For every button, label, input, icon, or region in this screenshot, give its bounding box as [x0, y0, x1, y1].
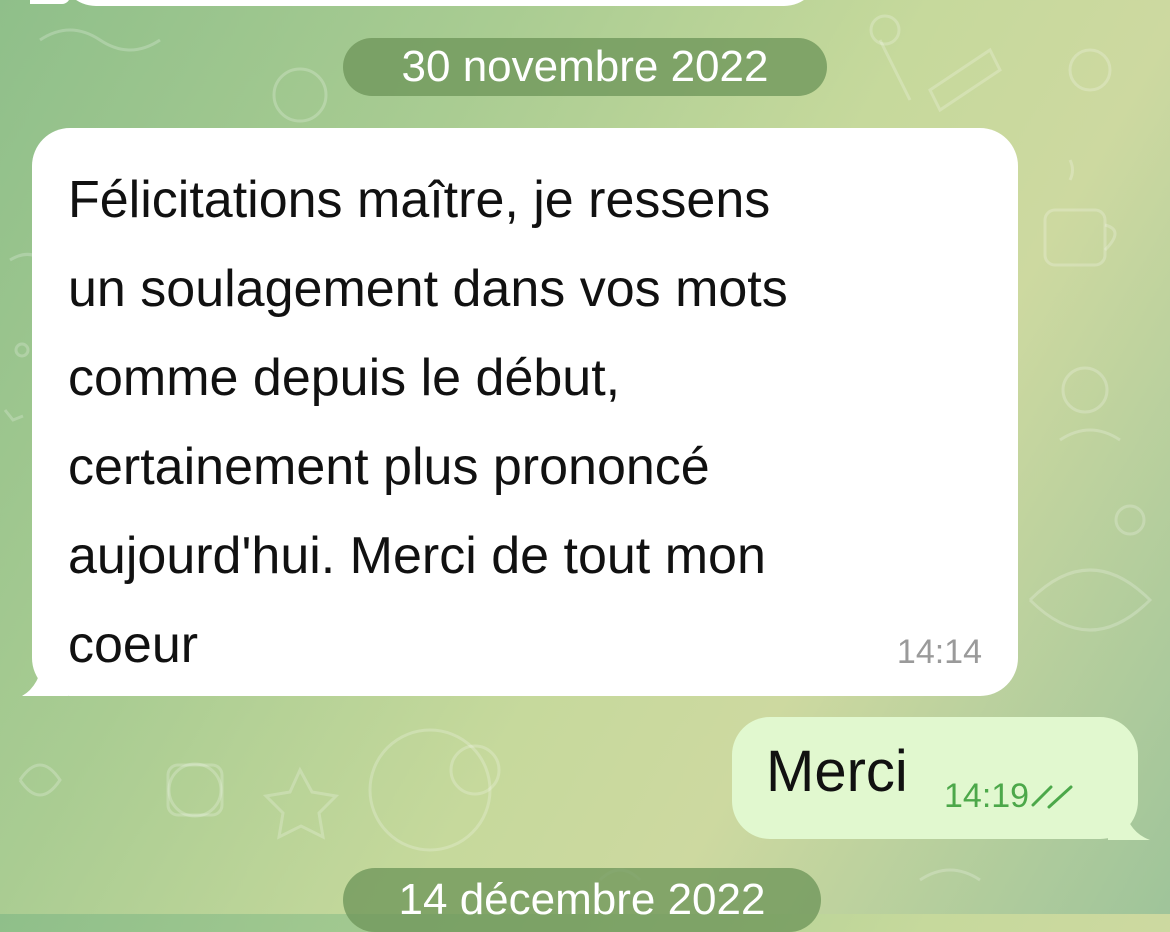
outgoing-message-meta: 14:19 — [944, 777, 1077, 816]
outgoing-message-text: Merci — [766, 739, 908, 804]
date-separator: 14 décembre 2022 — [343, 868, 821, 932]
outgoing-message-time: 14:19 — [944, 777, 1030, 815]
incoming-message-time: 14:14 — [896, 633, 982, 671]
incoming-message-text: Félicitations maître, je ressens un soul… — [68, 171, 788, 674]
outgoing-message-bubble[interactable]: Merci 14:19 — [732, 717, 1138, 839]
previous-message-bubble-edge — [60, 0, 820, 6]
previous-message-tail — [30, 0, 70, 4]
date-separator: 30 novembre 2022 — [343, 38, 827, 96]
incoming-message-bubble[interactable]: Félicitations maître, je ressens un soul… — [32, 128, 1018, 696]
double-check-icon — [1031, 785, 1073, 808]
